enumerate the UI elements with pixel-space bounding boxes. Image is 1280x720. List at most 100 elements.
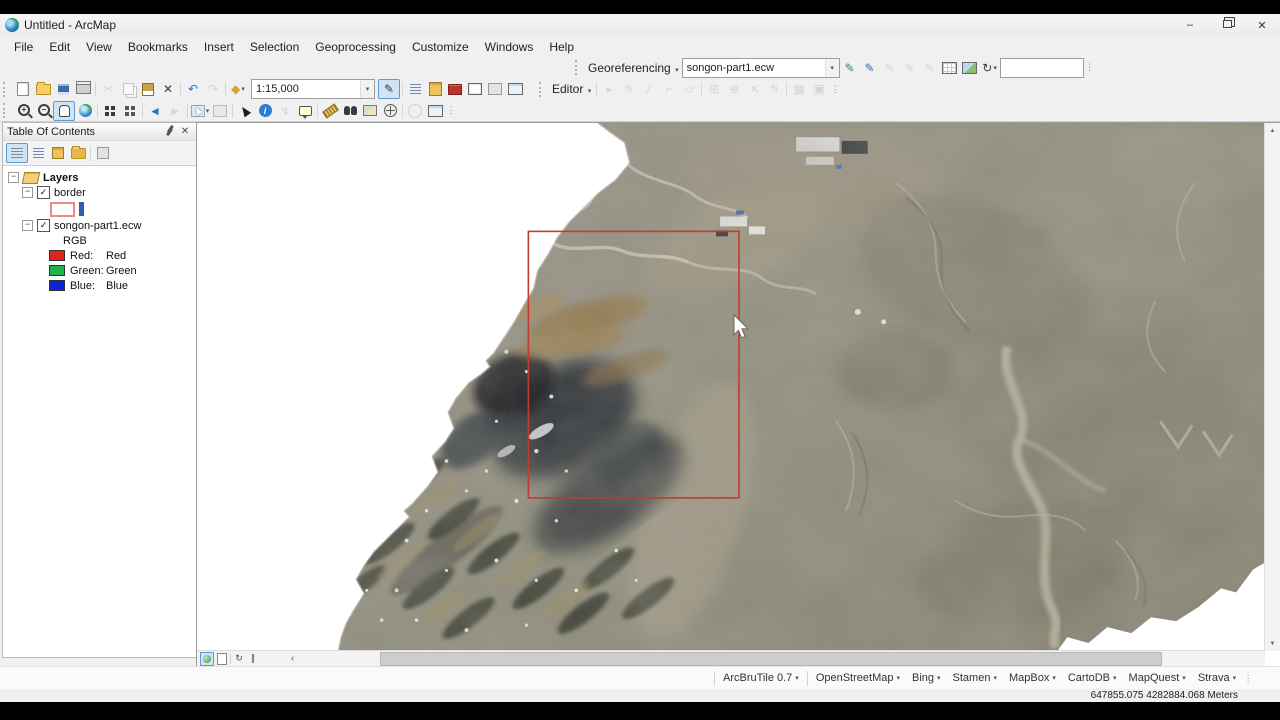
openstreetmap-menu[interactable]: OpenStreetMap ▾	[810, 667, 906, 689]
menu-bookmarks[interactable]: Bookmarks	[120, 38, 196, 56]
menu-windows[interactable]: Windows	[477, 38, 542, 56]
tree-item-layers[interactable]: − Layers	[3, 170, 196, 185]
raster-layer-checkbox[interactable]: ✓	[37, 219, 50, 232]
identify-button[interactable]: i	[255, 102, 275, 120]
paste-button[interactable]	[138, 80, 158, 98]
time-slider-button[interactable]	[405, 102, 425, 120]
edit-tool-button[interactable]: ▸	[599, 80, 619, 98]
clear-selection-button[interactable]	[210, 102, 230, 120]
minimize-button[interactable]: –	[1172, 14, 1208, 36]
endpoint-arc-button[interactable]: ⌐	[659, 80, 679, 98]
border-symbol-swatch[interactable]	[50, 201, 75, 217]
python-window-button[interactable]	[505, 80, 525, 98]
border-symbol-row[interactable]	[3, 200, 196, 218]
editor-toolbar-toggle-button[interactable]: ✎	[378, 79, 400, 99]
toolbox-button[interactable]	[445, 80, 465, 98]
cut-polygons-button[interactable]: ✕	[744, 80, 764, 98]
toolbar-grip[interactable]	[539, 81, 545, 97]
menu-customize[interactable]: Customize	[404, 38, 477, 56]
add-control-points-button[interactable]: ✎	[840, 59, 860, 77]
bing-menu[interactable]: Bing ▾	[906, 667, 947, 689]
scale-combo[interactable]: 1:15,000 ▾	[251, 79, 375, 99]
strava-menu[interactable]: Strava ▾	[1192, 667, 1242, 689]
collapse-icon[interactable]: −	[22, 187, 33, 198]
find-route-button[interactable]	[360, 102, 380, 120]
refresh-view-button[interactable]: ↻	[233, 653, 245, 665]
vertical-scrollbar[interactable]: ▲ ▼	[1264, 123, 1280, 651]
menu-help[interactable]: Help	[541, 38, 582, 56]
list-by-source-button[interactable]	[28, 144, 48, 162]
toolbar-overflow-button[interactable]: ⋮	[1242, 669, 1254, 687]
html-popup-button[interactable]	[295, 102, 315, 120]
undo-button[interactable]: ↶	[183, 80, 203, 98]
menu-edit[interactable]: Edit	[41, 38, 78, 56]
toolbar-grip[interactable]	[3, 81, 9, 97]
tree-item-border-layer[interactable]: − ✓ border	[3, 185, 196, 200]
georeferencing-layer-combo[interactable]: songon-part1.ecw ▾	[681, 57, 840, 78]
go-forward-extent-button[interactable]: ►	[165, 102, 185, 120]
redo-button[interactable]: ↷	[203, 80, 223, 98]
collapse-icon[interactable]: −	[8, 172, 19, 183]
close-button[interactable]: ✕	[1244, 14, 1280, 36]
list-by-selection-button[interactable]	[68, 144, 88, 162]
scroll-up-button[interactable]: ▲	[1265, 123, 1280, 138]
scroll-down-button[interactable]: ▼	[1265, 636, 1280, 651]
select-link-button[interactable]: ✎	[860, 59, 880, 77]
collapse-icon[interactable]: −	[22, 220, 33, 231]
open-button[interactable]	[33, 80, 53, 98]
hyperlink-button[interactable]: ↯	[275, 102, 295, 120]
cartodb-menu[interactable]: CartoDB ▾	[1062, 667, 1123, 689]
rotate-button[interactable]: ↻ ▾	[980, 59, 1000, 77]
menu-geoprocessing[interactable]: Geoprocessing	[307, 38, 404, 56]
scroll-left-button[interactable]: ‹	[285, 651, 300, 666]
menu-insert[interactable]: Insert	[196, 38, 242, 56]
toolbar-overflow-button[interactable]: ⋮	[445, 102, 457, 120]
print-button[interactable]	[73, 80, 93, 98]
layout-view-button[interactable]	[216, 652, 228, 665]
catalog-button[interactable]	[425, 80, 445, 98]
full-extent-button[interactable]	[75, 102, 95, 120]
go-back-extent-button[interactable]: ◄	[145, 102, 165, 120]
select-features-button[interactable]: ▾	[190, 102, 210, 120]
map-view[interactable]: ▲ ▼ ↻ ∥ ‹	[196, 122, 1280, 666]
fixed-zoom-out-button[interactable]	[120, 102, 140, 120]
add-data-button[interactable]: ◆ ▾	[228, 80, 248, 98]
pause-drawing-button[interactable]: ∥	[247, 653, 259, 665]
stamen-menu[interactable]: Stamen ▾	[947, 667, 1003, 689]
toolbar-overflow-button[interactable]: ⋮	[1084, 59, 1096, 77]
horizontal-scrollbar[interactable]: ↻ ∥ ‹	[197, 650, 1265, 666]
data-view-button[interactable]	[200, 651, 214, 666]
model-builder-button[interactable]	[465, 80, 485, 98]
link-table-button[interactable]	[940, 59, 960, 77]
tree-item-raster-layer[interactable]: − ✓ songon-part1.ecw	[3, 218, 196, 233]
reshape-button[interactable]: ↰	[764, 80, 784, 98]
zoom-out-button[interactable]: −	[33, 102, 53, 120]
delete-link-button[interactable]: ✎	[900, 59, 920, 77]
arcbrutile-menu[interactable]: ArcBruTile 0.7 ▾	[717, 667, 805, 689]
editor-menu[interactable]: Editor ▾	[549, 82, 594, 96]
mapquest-menu[interactable]: MapQuest ▾	[1123, 667, 1192, 689]
copy-button[interactable]	[118, 80, 138, 98]
sketch-properties-button[interactable]: ▣	[809, 80, 829, 98]
cut-button[interactable]: ✂	[98, 80, 118, 98]
attributes-button[interactable]: ▦	[789, 80, 809, 98]
delete-button[interactable]: ✕	[158, 80, 178, 98]
select-elements-button[interactable]	[235, 102, 255, 120]
list-by-drawing-order-button[interactable]	[6, 143, 28, 163]
new-map-button[interactable]	[13, 80, 33, 98]
auto-adjust-button[interactable]: ✎	[920, 59, 940, 77]
pan-button[interactable]	[53, 100, 75, 121]
save-button[interactable]	[53, 80, 73, 98]
table-of-contents-button[interactable]	[405, 80, 425, 98]
rotation-value-input[interactable]	[999, 57, 1084, 78]
menu-selection[interactable]: Selection	[242, 38, 307, 56]
measure-button[interactable]	[320, 102, 340, 120]
fixed-zoom-in-button[interactable]	[100, 102, 120, 120]
find-button[interactable]	[340, 102, 360, 120]
toolbar-overflow-button[interactable]: ⋮	[829, 80, 841, 98]
zoom-to-link-button[interactable]: ✎	[880, 59, 900, 77]
menu-view[interactable]: View	[78, 38, 120, 56]
toc-pin-button[interactable]	[162, 127, 176, 136]
command-window-button[interactable]	[485, 80, 505, 98]
trace-tool-button[interactable]: ▱	[679, 80, 699, 98]
